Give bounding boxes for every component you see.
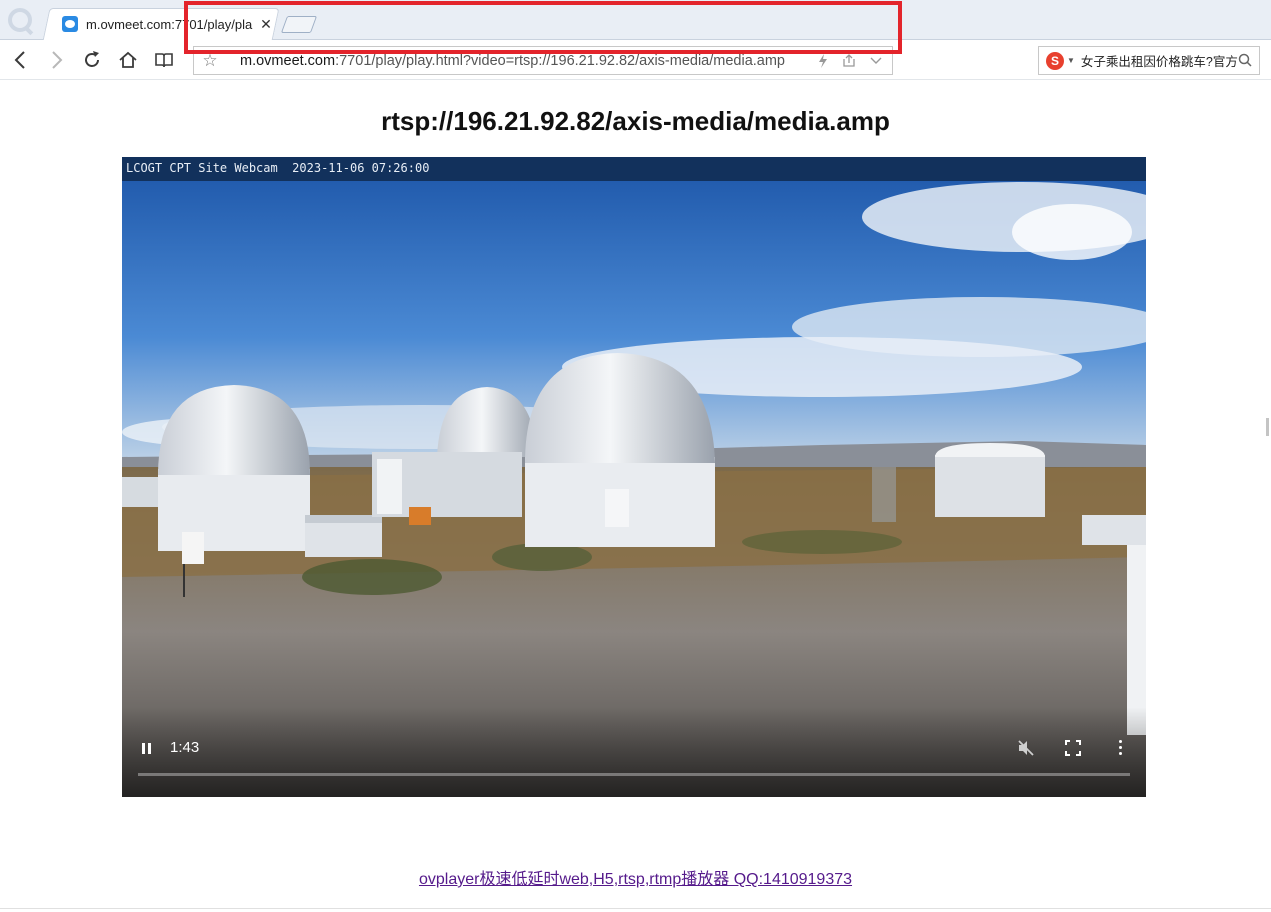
webcam-frame bbox=[122, 157, 1146, 797]
reload-button[interactable] bbox=[78, 46, 106, 74]
current-time: 1:43 bbox=[170, 739, 200, 756]
muted-speaker-icon[interactable] bbox=[1017, 739, 1035, 757]
site-favicon-icon bbox=[62, 16, 78, 32]
highlight-box bbox=[184, 1, 902, 54]
fullscreen-icon[interactable] bbox=[1065, 740, 1081, 756]
search-box[interactable]: S ▼ 女子乘出租因价格跳车?官方 bbox=[1038, 46, 1260, 75]
browser-logo-icon bbox=[8, 8, 32, 32]
more-options-icon[interactable] bbox=[1115, 739, 1125, 757]
video-player[interactable]: LCOGT CPT Site Webcam 2023-11-06 07:26:0… bbox=[122, 157, 1146, 797]
engine-dropdown-icon[interactable]: ▼ bbox=[1067, 56, 1075, 65]
reload-icon bbox=[85, 51, 99, 67]
search-icon[interactable] bbox=[1237, 52, 1253, 68]
forward-icon bbox=[52, 51, 63, 69]
reader-icon bbox=[155, 53, 173, 68]
pause-icon[interactable] bbox=[138, 741, 154, 757]
share-icon[interactable] bbox=[842, 53, 856, 68]
reader-button[interactable] bbox=[150, 46, 178, 74]
scrollbar-indicator[interactable] bbox=[1266, 418, 1269, 436]
lightning-icon[interactable] bbox=[818, 53, 828, 68]
footer-link[interactable]: ovplayer极速低延时web,H5,rtsp,rtmp播放器 QQ:1410… bbox=[0, 865, 1271, 889]
url-host: m.ovmeet.com bbox=[240, 52, 336, 69]
home-button[interactable] bbox=[114, 46, 142, 74]
forward-button[interactable] bbox=[43, 46, 71, 74]
controls-shade bbox=[122, 707, 1146, 797]
home-icon bbox=[119, 51, 137, 68]
search-engine-icon[interactable]: S bbox=[1046, 51, 1064, 70]
url-text[interactable]: m.ovmeet.com:7701/play/play.html?video=r… bbox=[240, 53, 785, 69]
page-title: rtsp://196.21.92.82/axis-media/media.amp bbox=[381, 106, 890, 136]
back-icon bbox=[14, 51, 25, 69]
url-path: :7701/play/play.html?video=rtsp://196.21… bbox=[335, 52, 785, 69]
progress-bar[interactable] bbox=[138, 773, 1130, 776]
search-input[interactable]: 女子乘出租因价格跳车?官方 bbox=[1081, 51, 1238, 70]
chevron-down-icon[interactable] bbox=[870, 57, 882, 65]
back-button[interactable] bbox=[6, 46, 34, 74]
camera-overlay-text: LCOGT CPT Site Webcam 2023-11-06 07:26:0… bbox=[122, 157, 1146, 181]
page-bottom-border bbox=[0, 908, 1271, 909]
